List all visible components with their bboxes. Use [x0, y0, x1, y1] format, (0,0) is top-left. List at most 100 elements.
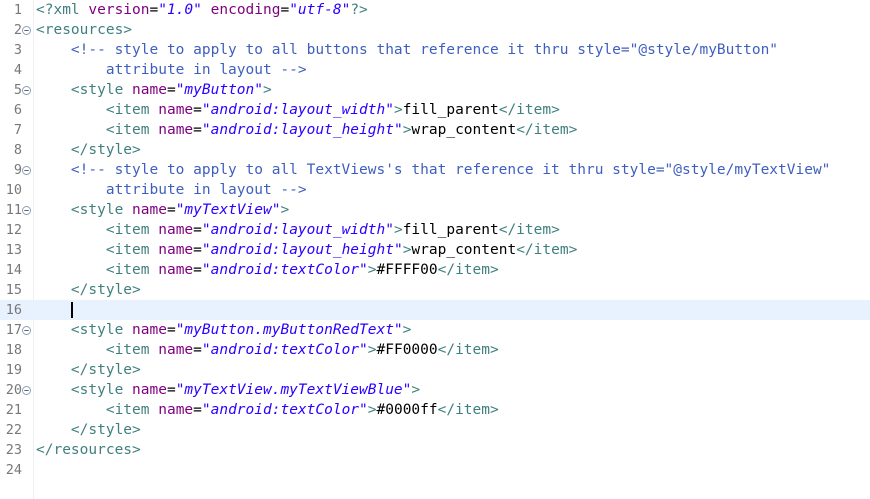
code-token: > [393, 102, 403, 118]
code-lines[interactable]: 1 <?xml version="1.0" encoding="utf-8"?> 2… [0, 0, 870, 480]
code-line[interactable]: 6 <item name="android:layout_width">fill… [0, 100, 870, 120]
code-token: = [193, 122, 202, 138]
code-line[interactable]: 19 </style> [0, 360, 870, 380]
code-token: name [132, 82, 167, 98]
code-token: "android:layout_width" [201, 102, 394, 118]
code-token: = [193, 402, 202, 418]
line-number: 9 [13, 162, 22, 178]
code-token: = [149, 2, 159, 18]
code-token: "myTextView" [175, 202, 281, 218]
line-number: 2 [13, 22, 22, 38]
line-number: 7 [13, 122, 22, 138]
fold-collapse-icon[interactable] [22, 86, 31, 95]
code-token: wrap_content [411, 122, 517, 138]
code-token: "android:textColor" [201, 402, 368, 418]
code-line[interactable]: 21 <item name="android:textColor">#0000f… [0, 400, 870, 420]
code-token: <?xml [36, 2, 89, 18]
code-text: <style name="myTextView.myTextViewBlue"> [36, 380, 420, 400]
code-line[interactable]: 4 attribute in layout --> [0, 60, 870, 80]
code-line[interactable]: 9 <!-- style to apply to all TextViews's… [0, 160, 870, 180]
code-token: fill_parent [402, 102, 499, 118]
code-line[interactable]: 7 <item name="android:layout_height">wra… [0, 120, 870, 140]
code-line[interactable]: 13 <item name="android:layout_height">wr… [0, 240, 870, 260]
code-text: <!-- style to apply to all buttons that … [36, 40, 778, 60]
code-token: </style> [70, 282, 141, 298]
xml-code-editor[interactable]: 1 <?xml version="1.0" encoding="utf-8"?> 2… [0, 0, 870, 499]
line-number: 23 [5, 442, 22, 458]
code-line[interactable]: 1 <?xml version="1.0" encoding="utf-8"?> [0, 0, 870, 20]
code-token: "android:layout_height" [201, 242, 403, 258]
code-line[interactable]: 22 </style> [0, 420, 870, 440]
code-token: #FFFF00 [376, 262, 438, 278]
code-token: "android:layout_width" [201, 222, 394, 238]
code-token: </style> [70, 142, 141, 158]
code-text: <item name="android:layout_width">fill_p… [36, 220, 560, 240]
code-line[interactable]: 14 <item name="android:textColor">#FFFF0… [0, 260, 870, 280]
code-token: "android:textColor" [201, 262, 368, 278]
code-line[interactable]: 2 <resources> [0, 20, 870, 40]
line-number: 22 [5, 422, 22, 438]
fold-collapse-icon[interactable] [22, 326, 31, 335]
code-text: <item name="android:layout_height">wrap_… [36, 120, 577, 140]
code-token: "1.0" [158, 2, 202, 18]
code-line[interactable]: 15 </style> [0, 280, 870, 300]
code-text: <style name="myButton"> [36, 80, 272, 100]
code-token: = [193, 342, 202, 358]
line-number: 3 [13, 42, 22, 58]
line-number: 6 [13, 102, 22, 118]
code-token: > [280, 202, 290, 218]
code-token: <style [70, 82, 133, 98]
code-token: > [367, 262, 377, 278]
code-line[interactable]: 23 </resources> [0, 440, 870, 460]
code-text: </style> [36, 420, 141, 440]
code-line[interactable]: 17 <style name="myButton.myButtonRedText… [0, 320, 870, 340]
code-token: <!-- style to apply to all TextViews's t… [70, 162, 831, 178]
fold-collapse-icon[interactable] [22, 386, 31, 395]
code-token: attribute in layout --> [36, 182, 307, 198]
code-token: name [158, 122, 194, 138]
line-number: 21 [5, 402, 22, 418]
code-token: > [393, 222, 403, 238]
code-token: </resources> [36, 442, 141, 458]
code-token: > [263, 82, 272, 98]
code-token: </style> [70, 422, 141, 438]
fold-collapse-icon[interactable] [22, 166, 31, 175]
code-token: <item [105, 342, 159, 358]
code-line[interactable]: 24 [0, 460, 870, 480]
code-text: <style name="myButton.myButtonRedText"> [36, 320, 411, 340]
code-line[interactable]: 12 <item name="android:layout_width">fil… [0, 220, 870, 240]
code-line[interactable]: 3 <!-- style to apply to all buttons tha… [0, 40, 870, 60]
code-line[interactable]: 10 attribute in layout --> [0, 180, 870, 200]
fold-collapse-icon[interactable] [22, 26, 31, 35]
code-token: = [193, 242, 202, 258]
code-line[interactable]: 20 <style name="myTextView.myTextViewBlu… [0, 380, 870, 400]
code-text: <style name="myTextView"> [36, 200, 289, 220]
code-text: <item name="android:textColor">#0000ff</… [36, 400, 499, 420]
code-token: attribute in layout --> [36, 62, 307, 78]
code-token: wrap_content [411, 242, 517, 258]
code-token: encoding [210, 2, 281, 18]
code-line[interactable]: 16 [0, 300, 870, 320]
code-token: name [132, 322, 167, 338]
code-token: = [166, 322, 176, 338]
code-text: <item name="android:layout_height">wrap_… [36, 240, 577, 260]
code-line[interactable]: 18 <item name="android:textColor">#FF000… [0, 340, 870, 360]
code-text: <resources> [36, 20, 132, 40]
code-token: name [158, 102, 194, 118]
code-line[interactable]: 8 </style> [0, 140, 870, 160]
line-number: 11 [5, 202, 22, 218]
code-token: <item [105, 222, 159, 238]
code-token: </item> [498, 102, 560, 118]
code-line[interactable]: 11 <style name="myTextView"> [0, 200, 870, 220]
code-line[interactable]: 5 <style name="myButton"> [0, 80, 870, 100]
fold-collapse-icon[interactable] [22, 206, 31, 215]
code-token: <style [70, 322, 133, 338]
